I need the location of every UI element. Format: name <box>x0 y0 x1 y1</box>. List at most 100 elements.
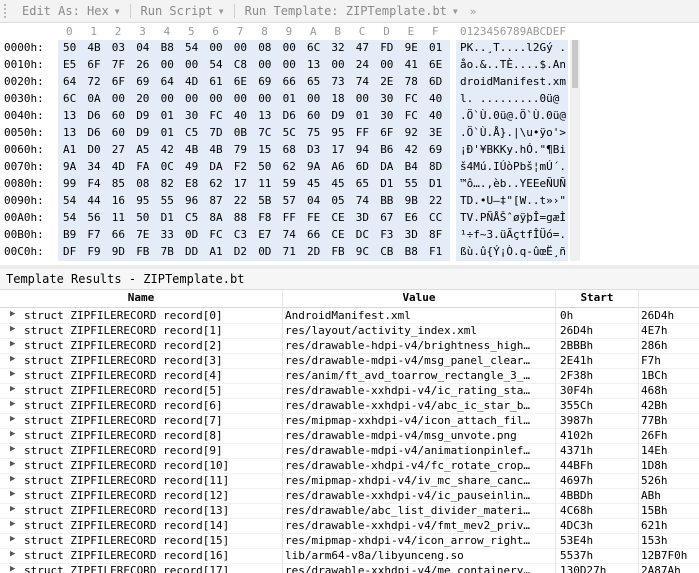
table-row[interactable]: ▶ struct ZIPFILERECORD record[11] res/mipm… <box>0 473 699 489</box>
hex-byte[interactable]: 88 <box>234 211 247 224</box>
hex-byte[interactable]: 57 <box>283 194 296 207</box>
hex-byte[interactable]: DA <box>209 160 222 173</box>
hex-byte[interactable]: 42 <box>405 143 418 156</box>
hex-byte[interactable]: 5C <box>283 126 296 139</box>
hex-byte[interactable]: D6 <box>87 126 100 139</box>
toolbar-grip[interactable] <box>4 4 12 18</box>
column-value-header[interactable]: Value <box>283 291 556 307</box>
hex-ascii[interactable]: ßù.û{Ý¡Ò.q-ûœË¸ñ <box>460 245 566 258</box>
hex-byte[interactable]: 54 <box>209 58 222 71</box>
hex-byte[interactable]: 04 <box>136 41 149 54</box>
hex-byte[interactable]: B4 <box>405 160 418 173</box>
hex-byte[interactable]: A1 <box>209 245 222 258</box>
hex-byte[interactable]: B6 <box>380 143 393 156</box>
hex-byte[interactable]: 9E <box>405 41 418 54</box>
hex-byte[interactable]: 9A <box>307 160 320 173</box>
table-row[interactable]: ▶ struct ZIPFILERECORD record[13] res/draw… <box>0 503 699 519</box>
hex-byte[interactable]: 54 <box>63 211 76 224</box>
hex-byte[interactable]: D0 <box>87 143 100 156</box>
column-start-header[interactable]: Start <box>556 291 639 307</box>
table-row[interactable]: ▶ struct ZIPFILERECORD record[9] res/drawa… <box>0 443 699 459</box>
expand-arrow-icon[interactable]: ▶ <box>10 369 15 379</box>
hex-byte[interactable]: 64 <box>161 75 174 88</box>
hex-byte[interactable]: D3 <box>307 143 320 156</box>
hex-byte[interactable]: E8 <box>185 177 198 190</box>
hex-byte[interactable]: 11 <box>258 177 271 190</box>
hex-byte[interactable]: 01 <box>161 109 174 122</box>
hex-byte[interactable]: 95 <box>136 194 149 207</box>
hex-byte[interactable]: 50 <box>63 41 76 54</box>
hex-editor[interactable]: 0 1 2 3 4 5 6 7 8 9 A B C D E F 0123456789ABCDEF 0000h: 5… <box>0 23 699 265</box>
hex-byte[interactable]: 4B <box>87 41 100 54</box>
hex-vertical-scrollbar[interactable] <box>570 40 580 261</box>
hex-byte[interactable]: E7 <box>258 228 271 241</box>
hex-byte[interactable]: 59 <box>283 177 296 190</box>
hex-byte[interactable]: 32 <box>331 41 344 54</box>
hex-byte[interactable]: 8F <box>429 228 442 241</box>
hex-byte[interactable]: 2E <box>380 75 393 88</box>
table-row[interactable]: ▶ struct ZIPFILERECORD record[3] res/drawa… <box>0 353 699 369</box>
hex-byte[interactable]: 65 <box>307 75 320 88</box>
hex-byte[interactable]: 60 <box>112 109 125 122</box>
hex-byte[interactable]: 99 <box>63 177 76 190</box>
hex-byte[interactable]: 15 <box>258 143 271 156</box>
hex-byte[interactable]: 30 <box>380 109 393 122</box>
hex-byte[interactable]: 64 <box>63 75 76 88</box>
hex-byte[interactable]: 87 <box>209 194 222 207</box>
hex-byte[interactable]: 40 <box>429 109 442 122</box>
hex-byte[interactable]: 3D <box>405 228 418 241</box>
hex-byte[interactable]: B8 <box>405 245 418 258</box>
hex-byte[interactable]: 71 <box>283 245 296 258</box>
hex-ascii[interactable]: åo.&..TÈ....$.An <box>460 58 566 71</box>
hex-byte[interactable]: 22 <box>429 194 442 207</box>
hex-byte[interactable]: C3 <box>234 228 247 241</box>
hex-byte[interactable]: 22 <box>234 194 247 207</box>
hex-byte[interactable]: 67 <box>380 211 393 224</box>
hex-byte[interactable]: 66 <box>112 228 125 241</box>
hex-byte[interactable]: A6 <box>331 160 344 173</box>
expand-arrow-icon[interactable]: ▶ <box>10 324 15 334</box>
hex-byte[interactable]: 65 <box>356 177 369 190</box>
hex-byte[interactable]: 75 <box>307 126 320 139</box>
hex-byte[interactable]: 7C <box>258 126 271 139</box>
expand-arrow-icon[interactable]: ▶ <box>10 564 15 573</box>
hex-byte[interactable]: 56 <box>87 211 100 224</box>
hex-byte[interactable]: B9 <box>63 228 76 241</box>
hex-byte[interactable]: 00 <box>380 58 393 71</box>
hex-byte[interactable]: 68 <box>283 143 296 156</box>
hex-byte[interactable]: D1 <box>380 177 393 190</box>
table-row[interactable]: ▶ struct ZIPFILERECORD record[6] res/drawa… <box>0 398 699 414</box>
hex-byte[interactable]: 00 <box>185 92 198 105</box>
hex-byte[interactable]: 6C <box>307 41 320 54</box>
hex-byte[interactable]: F9 <box>87 245 100 258</box>
hex-byte[interactable]: DF <box>63 245 76 258</box>
hex-ascii[interactable]: .Ö`Ù.0ü@.Ö`Ù.0ü@ <box>460 109 566 122</box>
hex-byte[interactable]: 69 <box>258 75 271 88</box>
hex-byte[interactable]: F1 <box>429 245 442 258</box>
hex-byte[interactable]: 0B <box>234 126 247 139</box>
hex-byte[interactable]: 7F <box>112 58 125 71</box>
table-row[interactable]: ▶ struct ZIPFILERECORD record[14] res/draw… <box>0 518 699 534</box>
hex-ascii[interactable]: ¹÷f~3.üÃçtfÎÜó=. <box>460 228 566 241</box>
hex-byte[interactable]: 16 <box>112 194 125 207</box>
hex-byte[interactable]: 62 <box>283 160 296 173</box>
hex-byte[interactable]: FC <box>405 109 418 122</box>
hex-byte[interactable]: D9 <box>331 109 344 122</box>
hex-byte[interactable]: A1 <box>63 143 76 156</box>
hex-byte[interactable]: 5B <box>258 194 271 207</box>
hex-byte[interactable]: 6E <box>234 75 247 88</box>
table-row[interactable]: ▶ struct ZIPFILERECORD record[10] res/draw… <box>0 458 699 474</box>
hex-ascii[interactable]: š4Mú.IÚòPbš¦mÚ´. <box>460 160 566 173</box>
table-row[interactable]: ▶ struct ZIPFILERECORD record[17] res/draw… <box>0 563 699 573</box>
hex-byte[interactable]: 6D <box>429 75 442 88</box>
expand-arrow-icon[interactable]: ▶ <box>10 519 15 529</box>
hex-ascii[interactable]: ¡Ð'¥BKKy.hÓ."¶Bi <box>460 143 566 156</box>
expand-arrow-icon[interactable]: ▶ <box>10 474 15 484</box>
expand-arrow-icon[interactable]: ▶ <box>10 399 15 409</box>
hex-byte[interactable]: 7B <box>161 245 174 258</box>
expand-arrow-icon[interactable]: ▶ <box>10 414 15 424</box>
table-row[interactable]: ▶ struct ZIPFILERECORD record[5] res/drawa… <box>0 383 699 399</box>
hex-byte[interactable]: 49 <box>185 160 198 173</box>
hex-byte[interactable]: 61 <box>209 75 222 88</box>
hex-byte[interactable]: 17 <box>331 143 344 156</box>
